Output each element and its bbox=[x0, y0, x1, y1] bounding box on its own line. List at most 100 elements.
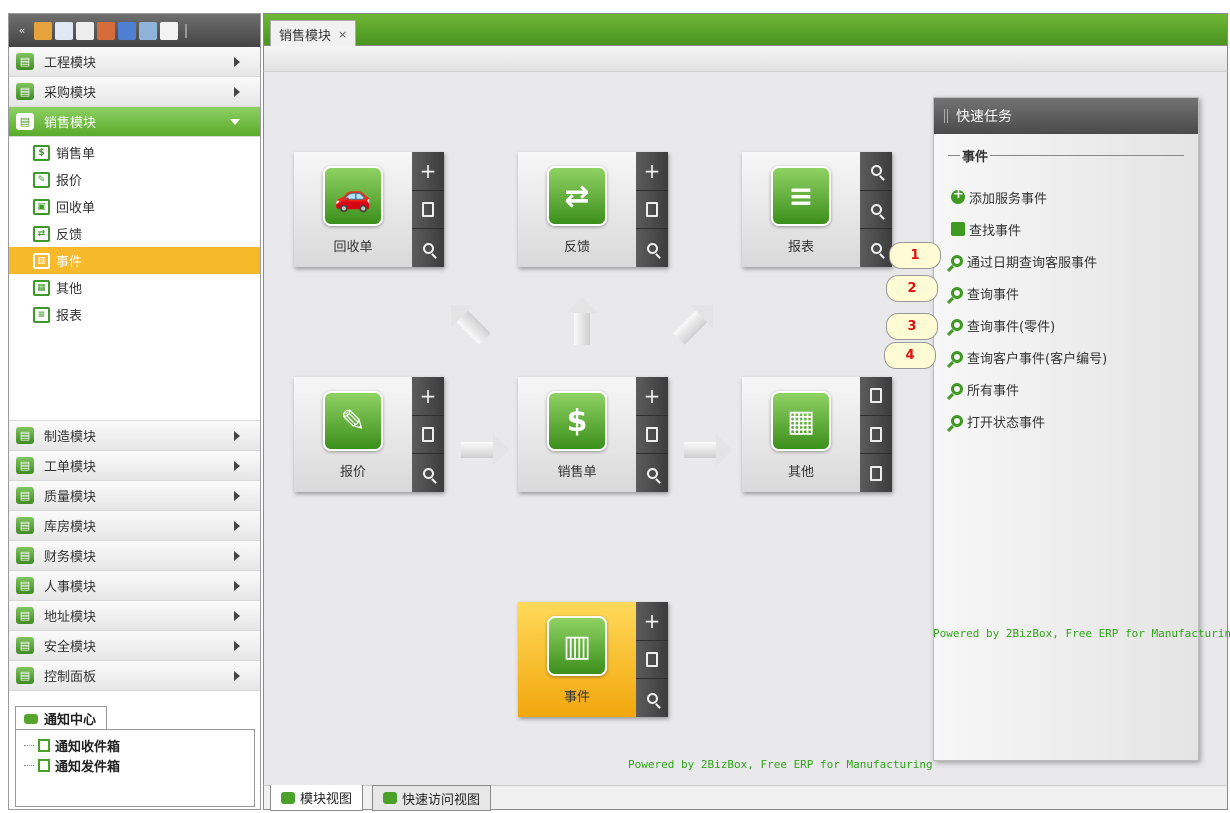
tile-label: 其他 bbox=[787, 465, 814, 480]
module-finance[interactable]: ▤ 财务模块 bbox=[9, 541, 260, 571]
tile-quote-face[interactable]: ✎ 报价 bbox=[294, 377, 412, 492]
tile-label: 报表 bbox=[787, 240, 814, 255]
open-document-button[interactable] bbox=[412, 416, 444, 455]
chevron-right-icon bbox=[234, 520, 240, 531]
tile-event-face[interactable]: ▥ 事件 bbox=[518, 602, 636, 717]
search-icon bbox=[951, 383, 963, 395]
sidebar-item-report[interactable]: ≡ 报表 bbox=[9, 301, 260, 328]
main-tab-bar: 销售模块 × bbox=[263, 13, 1228, 47]
flow-arrow-up-right-icon bbox=[673, 309, 709, 345]
tile-feedback: ⇄ 反馈 + bbox=[518, 152, 668, 267]
tab-module-view[interactable]: 模块视图 bbox=[270, 785, 364, 811]
monitor-icon[interactable] bbox=[118, 21, 136, 40]
search-button[interactable] bbox=[860, 152, 892, 191]
sidebar-item-event[interactable]: ▥ 事件 bbox=[9, 247, 260, 274]
module-security[interactable]: ▤ 安全模块 bbox=[9, 631, 260, 661]
task-query-by-date[interactable]: 通过日期查询客服事件 bbox=[934, 245, 1198, 277]
module-sales[interactable]: ▤ 销售模块 bbox=[9, 107, 260, 137]
section-title: 事件 bbox=[962, 150, 989, 165]
task-query-event-part[interactable]: 查询事件(零件) bbox=[934, 309, 1198, 341]
module-engineering[interactable]: ▤ 工程模块 bbox=[9, 47, 260, 77]
search-button[interactable] bbox=[860, 191, 892, 230]
module-label: 财务模块 bbox=[44, 550, 97, 565]
sidebar-item-other[interactable]: ▦ 其他 bbox=[9, 274, 260, 301]
notification-center-tab[interactable]: 通知中心 bbox=[15, 706, 108, 730]
document-icon[interactable] bbox=[76, 21, 94, 40]
tree-item-outbox[interactable]: 通知发件箱 bbox=[24, 755, 254, 775]
add-button[interactable]: + bbox=[412, 152, 444, 191]
sidebar-item-quote[interactable]: ✎ 报价 bbox=[9, 166, 260, 193]
report-button[interactable] bbox=[860, 454, 892, 492]
module-label: 工单模块 bbox=[44, 460, 97, 475]
sidebar-item-feedback[interactable]: ⇄ 反馈 bbox=[9, 220, 260, 247]
open-document-button[interactable] bbox=[636, 191, 668, 230]
task-add-service-event[interactable]: 添加服务事件 bbox=[934, 181, 1198, 213]
event-icon: ▥ bbox=[33, 252, 50, 269]
tile-report-face[interactable]: ≡ 报表 bbox=[742, 152, 860, 267]
module-purchasing[interactable]: ▤ 采购模块 bbox=[9, 77, 260, 107]
search-button[interactable] bbox=[636, 679, 668, 717]
search-button[interactable] bbox=[412, 229, 444, 267]
module-label: 库房模块 bbox=[44, 520, 97, 535]
module-control-panel[interactable]: ▤ 控制面板 bbox=[9, 661, 260, 691]
tab-sales-module[interactable]: 销售模块 × bbox=[270, 20, 357, 47]
task-query-customer-event[interactable]: 查询客户事件(客户编号) bbox=[934, 341, 1198, 373]
search-icon bbox=[422, 242, 434, 254]
tree-connector bbox=[24, 764, 34, 766]
powered-by-side[interactable]: Powered by 2BizBox, Free ERP for Manufac… bbox=[933, 627, 1230, 640]
task-all-events[interactable]: 所有事件 bbox=[934, 373, 1198, 405]
tile-feedback-face[interactable]: ⇄ 反馈 bbox=[518, 152, 636, 267]
work-order-icon: ▤ bbox=[16, 457, 34, 474]
task-label: 查询事件 bbox=[967, 287, 1020, 303]
toolbar-grip bbox=[185, 23, 187, 38]
add-button[interactable]: + bbox=[636, 377, 668, 416]
search-button[interactable] bbox=[636, 454, 668, 492]
sidebar-item-label: 事件 bbox=[56, 255, 83, 270]
open-document-button[interactable] bbox=[636, 416, 668, 455]
network-icon[interactable] bbox=[139, 21, 157, 40]
search-button[interactable] bbox=[860, 229, 892, 267]
chevron-right-icon bbox=[234, 670, 240, 681]
open-document-button[interactable] bbox=[636, 641, 668, 680]
add-button[interactable]: + bbox=[636, 602, 668, 641]
flow-arrow-right-icon bbox=[461, 434, 509, 466]
add-button[interactable]: + bbox=[412, 377, 444, 416]
module-quality[interactable]: ▤ 质量模块 bbox=[9, 481, 260, 511]
book-icon: ▥ bbox=[547, 616, 607, 676]
module-manufacturing[interactable]: ▤ 制造模块 bbox=[9, 421, 260, 451]
sidebar-item-label: 反馈 bbox=[56, 228, 83, 243]
tile-other-face[interactable]: ▦ 其他 bbox=[742, 377, 860, 492]
tile-return-face[interactable]: 🚗 回收单 bbox=[294, 152, 412, 267]
task-query-event[interactable]: 查询事件 bbox=[934, 277, 1198, 309]
powered-by-footer[interactable]: Powered by 2BizBox, Free ERP for Manufac… bbox=[628, 758, 933, 771]
search-icon bbox=[646, 467, 658, 479]
close-icon[interactable]: × bbox=[338, 28, 347, 41]
chart-icon[interactable] bbox=[97, 21, 115, 40]
search-icon bbox=[646, 242, 658, 254]
sidebar-item-sales-order[interactable]: $ 销售单 bbox=[9, 139, 260, 166]
open-document-button[interactable] bbox=[412, 191, 444, 230]
collapse-icon[interactable]: « bbox=[13, 22, 31, 40]
home-icon[interactable] bbox=[160, 21, 178, 40]
tile-sales-order-face[interactable]: $ 销售单 bbox=[518, 377, 636, 492]
report-button[interactable] bbox=[860, 377, 892, 416]
sales-icon: ▤ bbox=[16, 113, 34, 130]
task-find-event[interactable]: 查找事件 bbox=[934, 213, 1198, 245]
search-button[interactable] bbox=[412, 454, 444, 492]
task-open-status-events[interactable]: 打开状态事件 bbox=[934, 405, 1198, 437]
module-hr[interactable]: ▤ 人事模块 bbox=[9, 571, 260, 601]
report-button[interactable] bbox=[860, 416, 892, 455]
search-button[interactable] bbox=[636, 229, 668, 267]
tile-label: 销售单 bbox=[557, 465, 597, 480]
mail-icon[interactable] bbox=[55, 21, 73, 40]
tree-item-inbox[interactable]: 通知收件箱 bbox=[24, 735, 254, 755]
chevron-right-icon bbox=[234, 56, 240, 67]
sidebar-item-return[interactable]: ▣ 回收单 bbox=[9, 193, 260, 220]
tab-quick-access-view[interactable]: 快速访问视图 bbox=[372, 785, 492, 811]
module-work-order[interactable]: ▤ 工单模块 bbox=[9, 451, 260, 481]
users-icon[interactable] bbox=[34, 21, 52, 40]
module-address[interactable]: ▤ 地址模块 bbox=[9, 601, 260, 631]
warehouse-icon: ▤ bbox=[16, 517, 34, 534]
add-button[interactable]: + bbox=[636, 152, 668, 191]
module-warehouse[interactable]: ▤ 库房模块 bbox=[9, 511, 260, 541]
